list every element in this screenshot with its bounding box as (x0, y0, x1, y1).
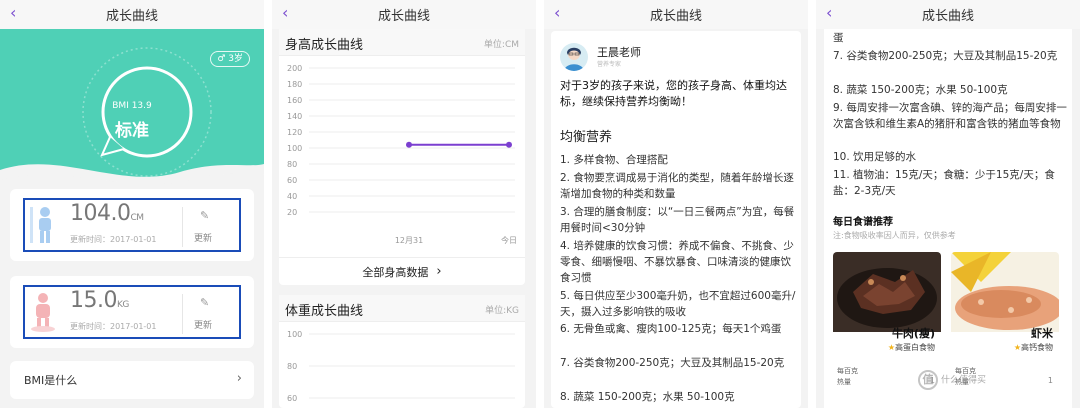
bmi-info-row[interactable]: BMI是什么 › (10, 361, 254, 399)
edit-icon[interactable]: ✎ (200, 209, 209, 222)
y-tick-label: 20 (287, 208, 297, 217)
page-title: 成长曲线 (649, 9, 702, 24)
panel-overview: ‹ 成长曲线 ♂ 3岁 BMI 13.9 标准 104.0CM 更新时间：201… (0, 0, 264, 408)
bmi-status: 标准 (115, 121, 149, 141)
beef-image (833, 252, 941, 332)
list-item: 4. 培养健康的饮食习惯：养成不偏食、不挑食、少零食、细嚼慢咽、不暴饮暴食、口味… (560, 240, 794, 284)
height-chart-title: 身高成长曲线 (285, 38, 364, 53)
list-item: 7. 谷类食物200-250克；大豆及其制品15-20克 (560, 357, 785, 369)
data-point (506, 141, 512, 148)
child-height-icon (30, 207, 51, 243)
header: ‹ 成长曲线 (544, 0, 808, 29)
height-updated: 更新时间：2017-01-01 (70, 235, 157, 244)
y-tick-label: 80 (287, 160, 297, 169)
child-weight-icon (31, 293, 55, 332)
recipe-name: 虾米 (1031, 327, 1053, 340)
weight-value: 15.0KG (70, 288, 129, 313)
y-tick-label: 180 (287, 80, 302, 89)
y-tick-label: 60 (287, 176, 297, 185)
y-tick-label: 160 (287, 96, 302, 105)
x-tick-label: 12月31 (395, 236, 423, 245)
data-point (406, 141, 412, 148)
list-item: 8. 蔬菜 150-200克；水果 50-100克 (560, 391, 735, 403)
height-update-button[interactable]: 更新 (194, 231, 212, 244)
advice-card: 王晨老师 营养专家 对于3岁的孩子来说，您的孩子身高、体重均达标，继续保持营养均… (551, 31, 801, 408)
shrimp-image (951, 252, 1059, 332)
bmi-gauge (82, 47, 212, 177)
weight-chart-unit: 单位:KG (485, 306, 519, 316)
teacher-avatar-icon (564, 47, 584, 71)
recipe-tag: ★高钙食物 (1013, 343, 1053, 352)
list-item: 9. 每周安排一次富含碘、锌的海产品；每周安排一次富含铁和维生素A的猪肝和富含铁… (833, 102, 1067, 130)
height-chart-unit: 单位:CM (483, 40, 519, 50)
height-chart-card: 身高成长曲线 单位:CM 200 180 160 140 120 100 80 60 40 20 1… (279, 29, 525, 285)
list-item: 7. 谷类食物200-250克；大豆及其制品15-20克 (833, 50, 1058, 62)
weight-chart: 100 80 60 (287, 330, 515, 403)
height-chart: 200 180 160 140 120 100 80 60 40 20 12月31 今日 (287, 64, 517, 245)
y-tick-label: 40 (287, 192, 297, 201)
list-item: 6. 无骨鱼或禽、瘦肉100-125克；每天1个鸡蛋 (560, 323, 782, 335)
y-tick-label: 100 (287, 144, 302, 153)
watermark: 值什么值得买 (918, 370, 986, 390)
chevron-right-icon: › (236, 371, 242, 386)
back-icon[interactable]: ‹ (826, 3, 832, 22)
list-item: 8. 蔬菜 150-200克；水果 50-100克 (833, 84, 1008, 96)
y-tick-label: 120 (287, 128, 302, 137)
edit-icon[interactable]: ✎ (200, 296, 209, 309)
list-item: 11. 植物油：15克/天；食糖：少于15克/天；食盐：2-3克/天 (833, 169, 1055, 197)
height-card[interactable]: 104.0CM 更新时间：2017-01-01 ✎ 更新 (10, 189, 254, 261)
star-icon: ★ (1013, 343, 1021, 352)
weight-card[interactable]: 15.0KG 更新时间：2017-01-01 ✎ 更新 (10, 276, 254, 348)
y-tick-label: 140 (287, 112, 302, 121)
list-item: 5. 每日供应至少300毫升奶，也不宜超过600毫升/天，摄入过多影响铁的吸收 (560, 290, 796, 318)
age-badge: ♂ 3岁 (210, 51, 250, 67)
back-icon[interactable]: ‹ (282, 3, 288, 22)
divider (182, 294, 183, 334)
all-height-data-button[interactable]: 全部身高数据 › (279, 257, 525, 285)
y-tick-label: 60 (287, 394, 297, 403)
list-item: 2. 食物要烹调成易于消化的类型，随着年龄增长逐渐增加食物的种类和数量 (560, 172, 794, 200)
weight-update-button[interactable]: 更新 (194, 318, 212, 331)
teacher-name: 王晨老师 (597, 46, 641, 59)
star-icon: ★ (887, 343, 895, 352)
y-tick-label: 200 (287, 64, 302, 73)
header: ‹ 成长曲线 (272, 0, 536, 29)
list-item: 1. 多样食物、合理搭配 (560, 154, 668, 166)
weight-chart-card: 体重成长曲线 单位:KG 100 80 60 (279, 295, 525, 408)
y-tick-label: 100 (287, 330, 302, 339)
x-tick-label: 今日 (501, 235, 517, 245)
chevron-right-icon: › (436, 264, 442, 279)
page-title: 成长曲线 (105, 9, 158, 24)
section-title: 均衡营养 (560, 130, 613, 145)
recipe-name: 牛肉(瘦) (891, 327, 935, 340)
bmi-info-label: BMI是什么 (24, 374, 78, 387)
recipe-note: 注:食物吸收率因人而异，仅供参考 (833, 231, 956, 240)
list-item: 10. 饮用足够的水 (833, 151, 917, 163)
male-icon: ♂ (217, 54, 229, 64)
advice-intro: 对于3岁的孩子来说，您的孩子身高、体重均达标，继续保持营养均衡呦！ (560, 79, 787, 108)
bmi-label: BMI 13.9 (112, 101, 152, 111)
watermark-logo-icon: 值 (918, 370, 938, 390)
back-icon[interactable]: ‹ (554, 3, 560, 22)
recipe-number: 1 (1047, 376, 1053, 385)
teacher-avatar (560, 43, 588, 71)
weight-chart-title: 体重成长曲线 (285, 304, 364, 319)
recipe-section-title: 每日食谱推荐 (833, 217, 893, 228)
page-title: 成长曲线 (921, 9, 974, 24)
list-item: 3. 合理的膳食制度：以“一日三餐两点”为宜，每餐用餐时间<30分钟 (560, 206, 795, 234)
weight-updated: 更新时间：2017-01-01 (70, 322, 157, 331)
header: ‹ 成长曲线 (0, 0, 264, 29)
page-title: 成长曲线 (377, 9, 430, 24)
y-tick-label: 80 (287, 362, 297, 371)
header: ‹ 成长曲线 (816, 0, 1080, 29)
height-value: 104.0CM (70, 201, 144, 226)
back-icon[interactable]: ‹ (10, 3, 16, 22)
list-item: 蛋 (833, 32, 844, 44)
recipe-footer: 每百克 热量 (837, 367, 858, 386)
teacher-title: 营养专家 (597, 61, 622, 68)
recipe-tag: ★高蛋白食物 (887, 343, 935, 352)
divider (182, 207, 183, 247)
